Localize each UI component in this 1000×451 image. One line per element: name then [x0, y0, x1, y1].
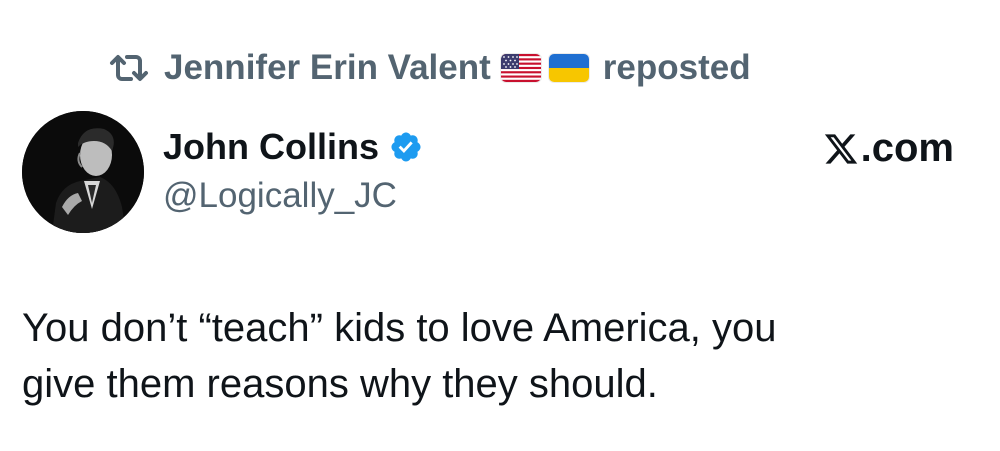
tweet-text: You don’t “teach” kids to love America, … [22, 300, 972, 412]
x-com-watermark: .com [823, 126, 954, 171]
reposter-name[interactable]: Jennifer Erin Valent [164, 48, 491, 88]
repost-context[interactable]: Jennifer Erin Valent reposted [108, 46, 751, 90]
verified-badge-icon [389, 130, 423, 164]
post-card[interactable]: Jennifer Erin Valent reposted John Colli… [0, 0, 1000, 451]
tweet-text-line: You don’t “teach” kids to love America, … [22, 306, 777, 350]
author-name-row[interactable]: John Collins [163, 124, 423, 170]
repost-icon [108, 51, 150, 85]
user-handle[interactable]: @Logically_JC [163, 176, 397, 216]
reposted-label: reposted [602, 48, 751, 87]
avatar[interactable] [22, 111, 144, 233]
x-logo-icon [823, 131, 859, 167]
ukraine-flag-emoji [548, 54, 589, 82]
display-name[interactable]: John Collins [163, 126, 379, 168]
us-flag-emoji [500, 54, 541, 82]
brand-domain-label: .com [860, 126, 954, 170]
tweet-text-line: give them reasons why they should. [22, 362, 658, 406]
